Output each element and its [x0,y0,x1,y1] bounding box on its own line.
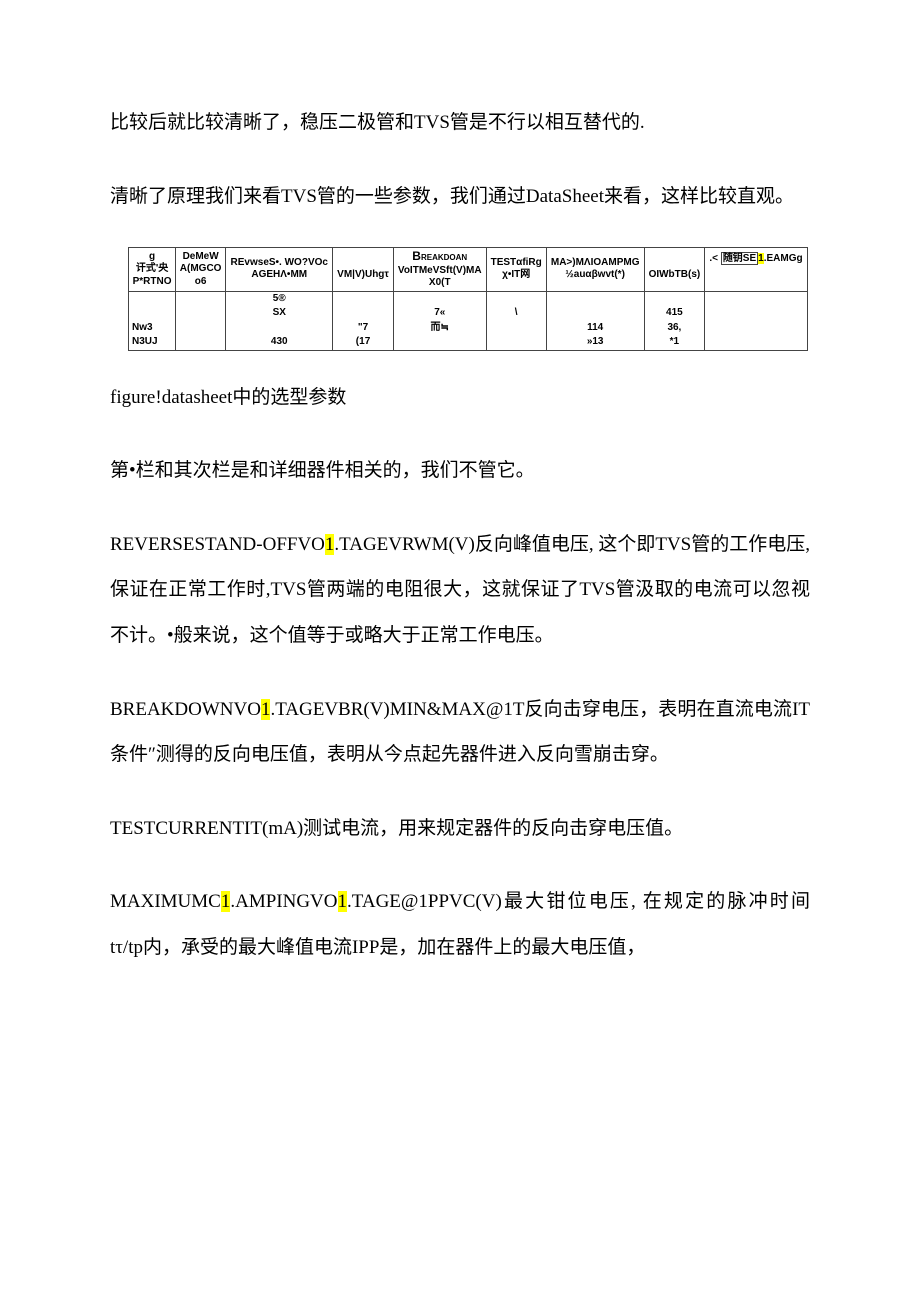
paragraph-4: REVERSESTAND-OFFVO1.TAGEVRWM(V)反向峰值电压, 这… [110,522,810,659]
table-row: Nw3 "7而≒ 11436, [129,321,808,336]
th-max: MA>)MΛIOAMPMG ½auαβwvt(*) [546,248,644,292]
table-cell [176,335,226,350]
th-vm: VM|V)Uhgτ [333,248,393,292]
th-oiwb: OIWbTB(s) [644,248,704,292]
table-cell [333,291,393,306]
table-caption: figure!datasheet中的选型参数 [110,375,810,421]
table-cell: 而≒ [393,321,486,336]
table-cell: 415 [644,306,704,321]
paragraph-3: 第•栏和其次栏是和详细器件相关的，我们不管它。 [110,448,810,494]
table-cell [129,306,176,321]
table-cell: 114 [546,321,644,336]
paragraph-7: MAXIMUMC1.AMPINGVO1.TAGE@1PPVC(V)最大钳位电压,… [110,879,810,970]
table-cell [393,291,486,306]
table-cell: SX [226,306,333,321]
table-row: N3UJ 430(17 »13*1 [129,335,808,350]
table-cell [486,291,546,306]
th-demew: DeMeW A(MGCO o6 [176,248,226,292]
table-cell [705,335,808,350]
table-cell [486,335,546,350]
th-test: TESTαfiRg χ•IT网 [486,248,546,292]
table-cell: »13 [546,335,644,350]
table-cell [333,306,393,321]
table-cell: N3UJ [129,335,176,350]
table-cell [129,291,176,306]
paragraph-2: 清晰了原理我们来看TVS管的一些参数，我们通过DataSheet来看，这样比较直… [110,174,810,220]
table-cell [705,306,808,321]
table-cell [176,291,226,306]
table-cell: (17 [333,335,393,350]
table-cell [546,306,644,321]
table-cell [546,291,644,306]
table-cell: 430 [226,335,333,350]
datasheet-table: g 讦式'央 P*RTNO DeMeW A(MGCO o6 REvwseS•. … [128,247,808,351]
table-cell [176,306,226,321]
paragraph-5: BREAKDOWNVO1.TAGEVBR(V)MIN&MAX@1T反向击穿电压，… [110,687,810,778]
table-cell: "7 [333,321,393,336]
table-cell: *1 [644,335,704,350]
table-cell: 5® [226,291,333,306]
th-last-upper: .< 随钥SE1.EAMGg [705,248,808,270]
table-cell: 36, [644,321,704,336]
table-cell: 7« [393,306,486,321]
table-cell [176,321,226,336]
th-last-lower [705,269,808,291]
table-cell [705,291,808,306]
table-cell [644,291,704,306]
table-cell [486,321,546,336]
table-row: SX 7«\ 415 [129,306,808,321]
table-cell: \ [486,306,546,321]
table-cell [705,321,808,336]
paragraph-6: TESTCURRENTIT(mA)测试电流，用来规定器件的反向击穿电压值。 [110,806,810,852]
paragraph-1: 比较后就比较清晰了，稳压二极管和TVS管是不行以相互替代的. [110,100,810,146]
table-row: 5® [129,291,808,306]
table-cell [226,321,333,336]
th-partno: g 讦式'央 P*RTNO [129,248,176,292]
th-revwse: REvwseS•. WO?VOc AGEHΛ•MM [226,248,333,292]
th-breakdown: Breakdoan VoITMeVSft(V)MA X0(T [393,248,486,292]
table-cell [393,335,486,350]
document-page: 比较后就比较清晰了，稳压二极管和TVS管是不行以相互替代的. 清晰了原理我们来看… [0,0,920,1059]
table-cell: Nw3 [129,321,176,336]
datasheet-table-wrap: g 讦式'央 P*RTNO DeMeW A(MGCO o6 REvwseS•. … [110,247,810,351]
